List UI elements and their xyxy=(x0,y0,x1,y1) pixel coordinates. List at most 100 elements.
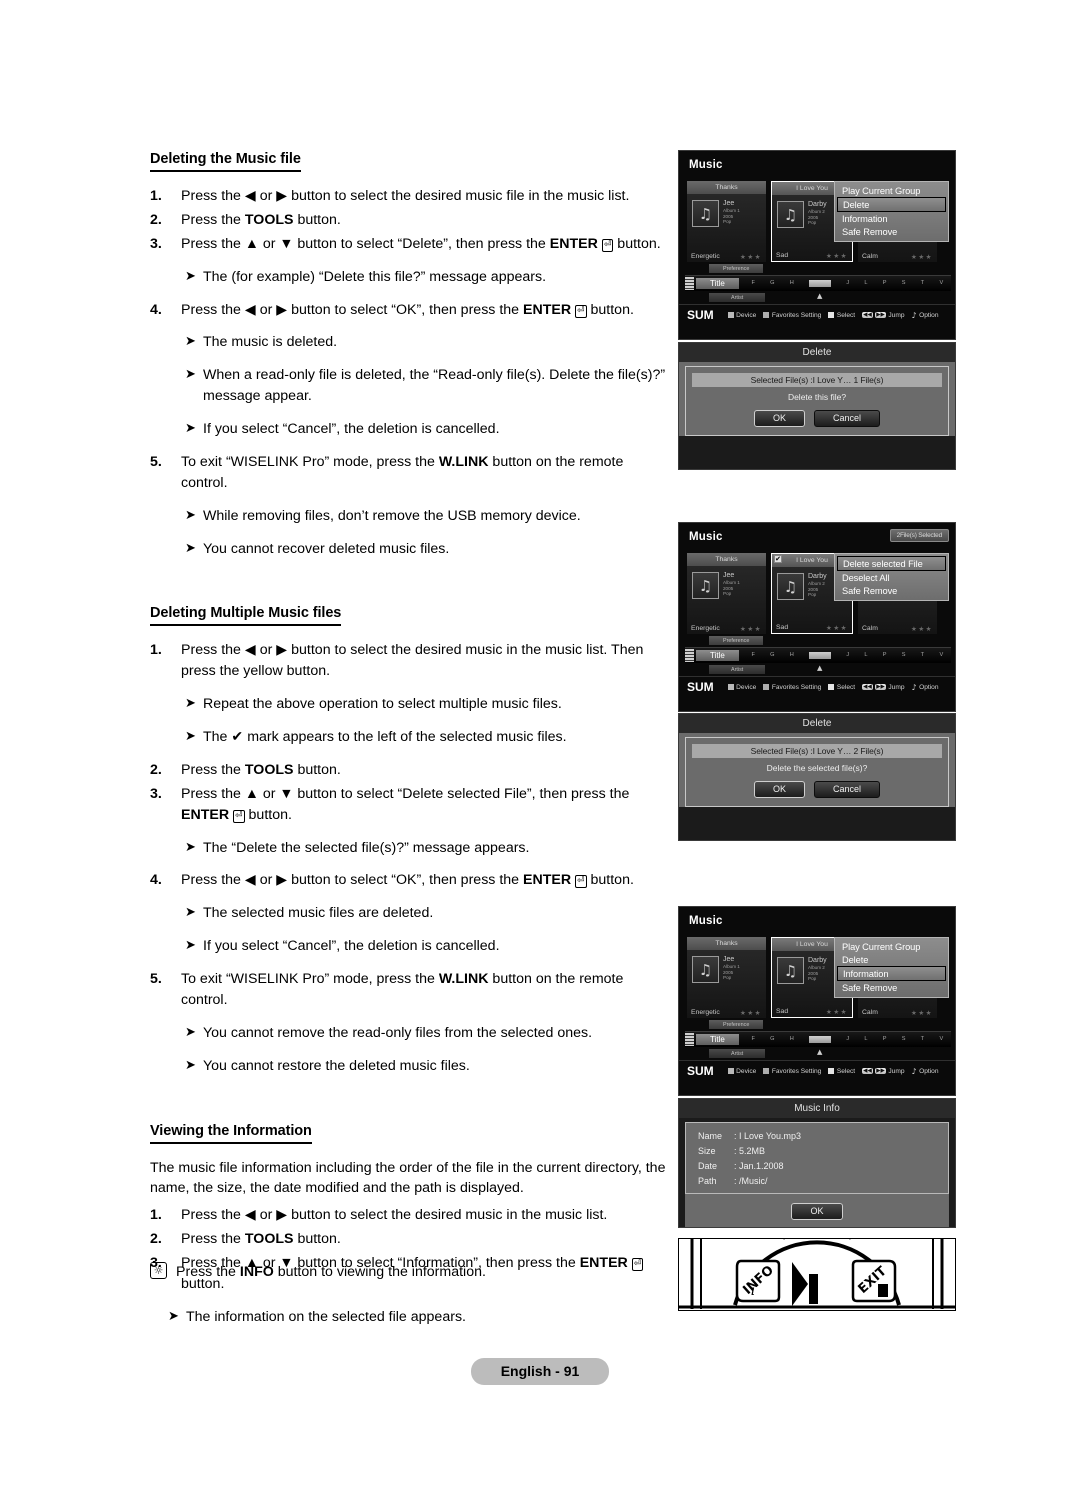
tools-menu-item-play-current-group[interactable]: Play Current Group xyxy=(837,940,946,953)
index-letter[interactable]: T xyxy=(921,652,924,659)
tools-menu-item-safe-remove[interactable]: Safe Remove xyxy=(837,584,946,597)
sort-tab-title[interactable]: Title xyxy=(696,650,739,661)
index-letter[interactable]: L xyxy=(864,652,867,659)
index-letter[interactable]: G xyxy=(770,280,774,287)
tools-menu-item-deselect-all[interactable]: Deselect All xyxy=(837,571,946,584)
key-guide-favorites-setting[interactable]: Favorites Setting xyxy=(763,1068,821,1075)
index-letter[interactable]: S xyxy=(902,652,906,659)
index-letter[interactable]: H xyxy=(790,652,794,659)
index-letter[interactable]: H xyxy=(790,1036,794,1043)
ok-button[interactable]: OK xyxy=(791,1203,843,1220)
index-letter-active[interactable] xyxy=(809,652,832,659)
index-letter[interactable]: P xyxy=(883,280,887,287)
index-letter[interactable]: V xyxy=(939,652,943,659)
key-guide-option[interactable]: ♪ Option xyxy=(911,1067,938,1076)
sort-tab-title[interactable]: Title xyxy=(696,1034,739,1045)
index-letter[interactable]: V xyxy=(939,280,943,287)
sort-tab-artist[interactable]: Artist xyxy=(709,293,766,302)
index-letter[interactable]: G xyxy=(770,652,774,659)
music-card[interactable]: Thanks ♫ Jee Album 1 2005 Pop Energetic … xyxy=(687,181,766,262)
music-card-mood: Sad xyxy=(776,1008,789,1015)
key-guide-device[interactable]: Device xyxy=(727,312,756,319)
key-guide-favorites-setting[interactable]: Favorites Setting xyxy=(763,312,821,319)
index-letter[interactable]: H xyxy=(790,280,794,287)
index-letter[interactable]: P xyxy=(883,1036,887,1043)
key-guide-option[interactable]: ♪ Option xyxy=(911,683,938,692)
index-letter[interactable]: J xyxy=(846,1036,849,1043)
alphabet-index-bar[interactable]: Title F G H J L P S T V xyxy=(685,275,951,291)
index-handle-icon[interactable] xyxy=(685,277,694,290)
index-letters[interactable]: F G H J L P S T V xyxy=(744,1036,951,1043)
cancel-button[interactable]: Cancel xyxy=(814,410,881,427)
note-bullet: ➤ While removing files, don’t remove the… xyxy=(150,506,670,527)
step-number: 5. xyxy=(150,971,162,987)
sort-tab-preference[interactable]: Preference xyxy=(709,1020,764,1029)
section-intro-paragraph: The music file information including the… xyxy=(150,1159,666,1197)
index-letter[interactable]: G xyxy=(770,1036,774,1043)
alphabet-index-bar[interactable]: Title F G H J L P S T V xyxy=(685,647,951,663)
index-letter[interactable]: T xyxy=(921,280,924,287)
bullet-arrow-icon: ➤ xyxy=(185,695,196,711)
dialog-buttons: OK Cancel xyxy=(692,781,942,798)
music-card-meta: Darby Album 2 2005 Pop xyxy=(808,573,827,600)
tools-menu-item-delete[interactable]: Delete xyxy=(837,197,946,212)
key-guide-jump[interactable]: ◀◀ ▶▶ Jump xyxy=(862,1068,904,1075)
tools-popup-menu: Delete selected File Deselect All Safe R… xyxy=(834,553,949,601)
index-letter[interactable]: J xyxy=(846,280,849,287)
ok-button[interactable]: OK xyxy=(753,410,805,427)
key-guide-select[interactable]: Select xyxy=(828,312,855,319)
sort-tab-artist[interactable]: Artist xyxy=(709,1049,766,1058)
tools-menu-item-information[interactable]: Information xyxy=(837,212,946,225)
key-guide-option[interactable]: ♪ Option xyxy=(911,311,938,320)
index-letter[interactable]: V xyxy=(939,1036,943,1043)
index-letter[interactable]: F xyxy=(751,280,754,287)
music-card[interactable]: Thanks ♫ Jee Album 1 2005 Pop Energetic … xyxy=(687,937,766,1018)
index-letter[interactable]: F xyxy=(751,1036,754,1043)
sort-tab-preference[interactable]: Preference xyxy=(709,636,764,645)
key-guide-select[interactable]: Select xyxy=(828,684,855,691)
tools-menu-item-delete[interactable]: Delete xyxy=(837,953,946,966)
music-card-artist: Jee xyxy=(723,956,735,963)
key-guide-select[interactable]: Select xyxy=(828,1068,855,1075)
step-text: Press the ◀ or ▶ button to select “OK”, … xyxy=(181,300,670,321)
index-handle-icon[interactable] xyxy=(685,649,694,662)
index-letter[interactable]: L xyxy=(864,1036,867,1043)
note-bullet: ➤ If you select “Cancel”, the deletion i… xyxy=(150,936,670,957)
key-guide-label: Select xyxy=(836,1067,856,1075)
tv-screen-title: Music xyxy=(689,915,723,927)
sort-tab-preference[interactable]: Preference xyxy=(709,264,764,273)
red-key-icon xyxy=(727,1068,734,1074)
step-text-post: button. xyxy=(293,1231,341,1248)
cancel-button[interactable]: Cancel xyxy=(814,781,881,798)
tools-menu-item-safe-remove[interactable]: Safe Remove xyxy=(837,225,946,238)
index-letter[interactable]: S xyxy=(902,280,906,287)
key-guide-device[interactable]: Device xyxy=(727,1068,756,1075)
ok-button[interactable]: OK xyxy=(753,781,805,798)
index-letter[interactable]: T xyxy=(921,1036,924,1043)
music-card[interactable]: Thanks ♫ Jee Album 1 2005 Pop Energetic … xyxy=(687,553,766,634)
index-letter[interactable]: S xyxy=(902,1036,906,1043)
index-letter-active[interactable] xyxy=(809,1036,832,1043)
sort-tab-title[interactable]: Title xyxy=(696,278,739,289)
key-guide-jump[interactable]: ◀◀ ▶▶ Jump xyxy=(862,684,904,691)
index-letter[interactable]: F xyxy=(751,652,754,659)
delete-dialog-panel-2: Delete Selected File(s) :I Love Y… 2 Fil… xyxy=(678,713,956,841)
key-guide-jump[interactable]: ◀◀ ▶▶ Jump xyxy=(862,312,904,319)
tools-menu-item-information[interactable]: Information xyxy=(837,966,946,981)
tools-menu-item-safe-remove[interactable]: Safe Remove xyxy=(837,981,946,994)
index-handle-icon[interactable] xyxy=(685,1033,694,1046)
index-letter[interactable]: L xyxy=(864,280,867,287)
index-letters[interactable]: F G H J L P S T V xyxy=(744,280,951,287)
index-letter[interactable]: J xyxy=(846,652,849,659)
index-letter-active[interactable] xyxy=(809,280,832,287)
index-letter[interactable]: P xyxy=(883,652,887,659)
music-card-body: ♫ Jee Album 1 2005 Pop xyxy=(687,566,766,599)
index-letters[interactable]: F G H J L P S T V xyxy=(744,652,951,659)
sort-tab-artist[interactable]: Artist xyxy=(709,665,766,674)
key-guide-favorites-setting[interactable]: Favorites Setting xyxy=(763,684,821,691)
music-card-footer: Calm ★★★ xyxy=(858,625,937,633)
tools-menu-item-play-current-group[interactable]: Play Current Group xyxy=(837,184,946,197)
alphabet-index-bar[interactable]: Title F G H J L P S T V xyxy=(685,1031,951,1047)
tools-menu-item-delete-selected-file[interactable]: Delete selected File xyxy=(837,556,946,571)
key-guide-device[interactable]: Device xyxy=(727,684,756,691)
